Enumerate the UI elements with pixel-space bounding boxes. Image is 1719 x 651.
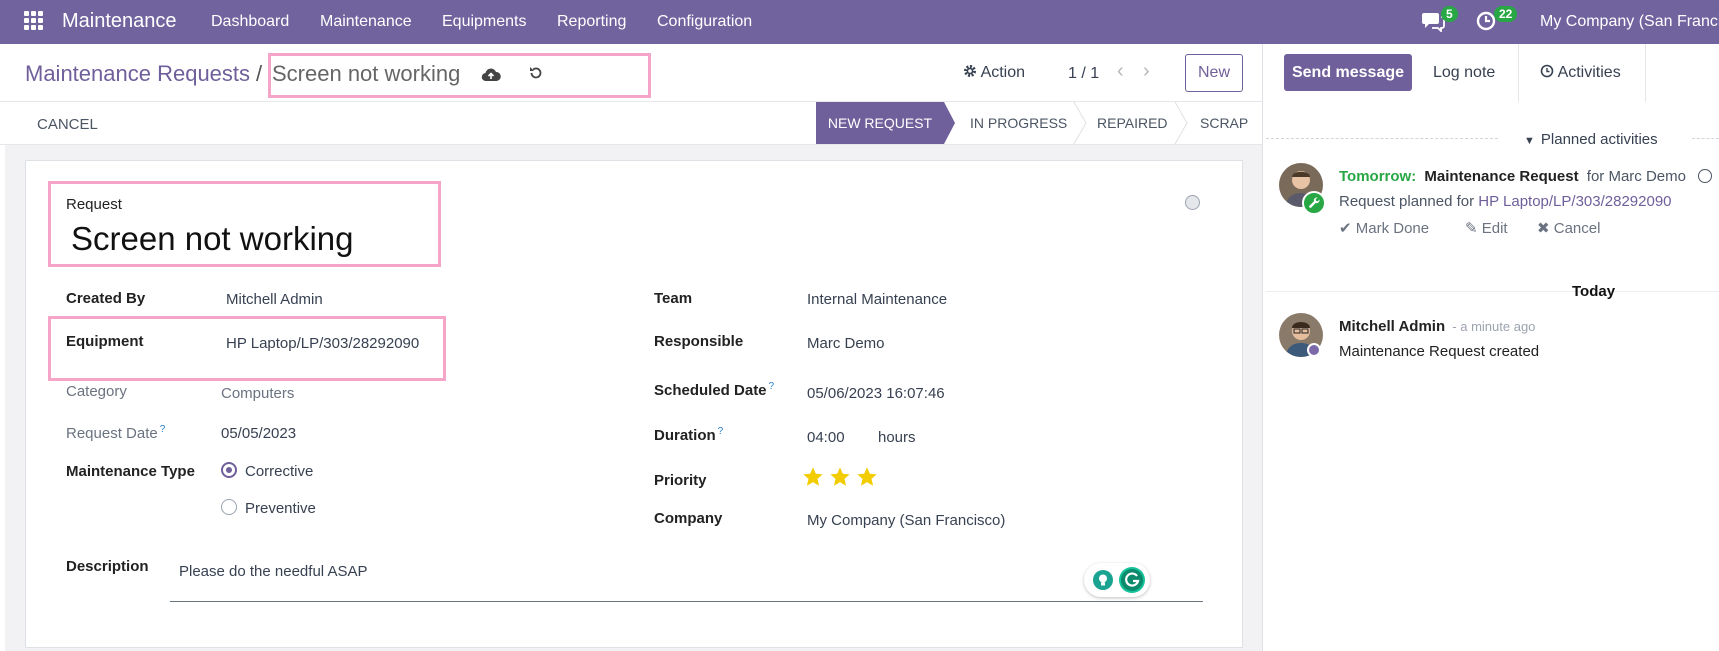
responsible-label: Responsible xyxy=(654,333,744,350)
duration-field[interactable]: 04:00 xyxy=(807,429,845,446)
check-icon: ✔ xyxy=(1339,220,1352,237)
clock-icon[interactable] xyxy=(1476,11,1496,31)
preventive-option-label[interactable]: Preventive xyxy=(245,500,316,517)
apps-grid-icon[interactable] xyxy=(24,11,44,31)
top-navbar: Maintenance Dashboard Maintenance Equipm… xyxy=(0,0,1719,44)
wrench-icon xyxy=(1302,191,1326,215)
activities-button[interactable]: Activities xyxy=(1540,64,1621,82)
company-switcher[interactable]: My Company (San Francisco) xyxy=(1540,13,1719,31)
description-label: Description xyxy=(66,558,149,575)
new-button[interactable]: New xyxy=(1185,54,1243,92)
info-icon[interactable] xyxy=(1698,169,1713,183)
duration-unit: hours xyxy=(878,429,916,446)
description-underline xyxy=(170,601,1203,602)
activity-header: Tomorrow: Maintenance Request for Marc D… xyxy=(1339,168,1713,185)
scheduled-date-label: Scheduled Date? xyxy=(654,381,775,399)
separator-line xyxy=(1692,138,1719,139)
stage-scrap[interactable]: SCRAP xyxy=(1200,102,1248,144)
activities-label: Activities xyxy=(1557,64,1621,81)
highlight-request-title xyxy=(48,181,441,267)
highlight-breadcrumb xyxy=(268,53,651,98)
priority-star-icon[interactable] xyxy=(829,466,851,488)
planned-activities-toggle[interactable]: ▼ Planned activities xyxy=(1524,131,1658,148)
scheduled-date-field[interactable]: 05/06/2023 16:07:46 xyxy=(807,385,945,402)
created-by-label: Created By xyxy=(66,290,146,307)
action-label: Action xyxy=(980,64,1026,81)
date-separator-line xyxy=(1266,291,1719,292)
message-body: Maintenance Request created xyxy=(1339,343,1540,360)
responsible-field[interactable]: Marc Demo xyxy=(807,335,885,352)
message-time: - a minute ago xyxy=(1452,319,1536,334)
duration-label: Duration? xyxy=(654,426,724,444)
request-date-label: Request Date? xyxy=(66,424,166,442)
radio-corrective[interactable] xyxy=(221,462,237,478)
category-label: Category xyxy=(66,383,127,400)
pager-next-icon[interactable]: › xyxy=(1143,60,1150,83)
stage-new-request[interactable]: NEW REQUEST xyxy=(816,102,955,144)
breadcrumb-parent[interactable]: Maintenance Requests xyxy=(25,61,250,87)
gear-icon xyxy=(964,65,976,77)
cancel-button[interactable]: CANCEL xyxy=(37,116,98,133)
breadcrumb-separator: / xyxy=(256,61,263,86)
bulb-icon[interactable] xyxy=(1093,570,1113,590)
tab-divider xyxy=(1518,44,1519,102)
activity-mark-done[interactable]: ✔ Mark Done xyxy=(1339,219,1429,237)
stage-repaired[interactable]: REPAIRED xyxy=(1097,102,1168,144)
log-note-button[interactable]: Log note xyxy=(1433,64,1495,82)
activity-equipment-link[interactable]: HP Laptop/LP/303/28292090 xyxy=(1478,193,1671,210)
activity-due: Tomorrow: xyxy=(1339,168,1417,185)
menu-maintenance[interactable]: Maintenance xyxy=(320,13,412,31)
request-date-field[interactable]: 05/05/2023 xyxy=(221,425,296,442)
stage-in-progress[interactable]: IN PROGRESS xyxy=(970,102,1067,144)
team-label: Team xyxy=(654,290,693,307)
maintenance-type-label: Maintenance Type xyxy=(66,463,195,480)
category-field[interactable]: Computers xyxy=(221,385,294,402)
caret-down-icon: ▼ xyxy=(1524,135,1535,147)
pager-value[interactable]: 1 / 1 xyxy=(1068,65,1099,83)
message-author[interactable]: Mitchell Admin xyxy=(1339,318,1445,335)
planned-activities-label: Planned activities xyxy=(1540,131,1658,148)
menu-dashboard[interactable]: Dashboard xyxy=(211,13,289,31)
pencil-icon: ✎ xyxy=(1465,220,1478,237)
description-field[interactable]: Please do the needful ASAP xyxy=(179,563,367,580)
activity-summary: Request planned for HP Laptop/LP/303/282… xyxy=(1339,193,1672,210)
priority-star-icon[interactable] xyxy=(856,466,878,488)
created-by-field[interactable]: Mitchell Admin xyxy=(226,291,323,308)
stage-chevron-icon xyxy=(1174,102,1188,144)
company-label: Company xyxy=(654,510,723,527)
radio-preventive[interactable] xyxy=(221,499,237,515)
separator-line xyxy=(1266,138,1498,139)
menu-configuration[interactable]: Configuration xyxy=(657,13,752,31)
message-header: Mitchell Admin - a minute ago xyxy=(1339,318,1535,335)
activities-badge: 22 xyxy=(1494,6,1518,22)
priority-label: Priority xyxy=(654,472,707,489)
activity-assignee: for Marc Demo xyxy=(1586,168,1686,185)
activity-clock-icon xyxy=(1540,64,1554,78)
grammarly-widget[interactable] xyxy=(1084,563,1150,597)
pager-prev-icon[interactable]: ‹ xyxy=(1117,60,1124,83)
send-message-button[interactable]: Send message xyxy=(1284,54,1412,91)
corrective-option-label[interactable]: Corrective xyxy=(245,463,313,480)
today-separator: Today xyxy=(1572,283,1616,300)
menu-equipments[interactable]: Equipments xyxy=(442,13,527,31)
highlight-equipment xyxy=(48,316,446,381)
activity-cancel[interactable]: ✖ Cancel xyxy=(1537,219,1600,237)
action-menu-button[interactable]: Action xyxy=(963,64,1025,82)
app-name[interactable]: Maintenance xyxy=(62,10,177,33)
activity-title: Maintenance Request xyxy=(1424,168,1579,185)
status-row: CANCEL NEW REQUEST IN PROGRESS REPAIRED … xyxy=(0,102,1262,145)
stage-chevron-icon xyxy=(1073,102,1087,144)
tab-divider xyxy=(1645,44,1646,102)
grammarly-icon[interactable] xyxy=(1119,567,1145,593)
activity-edit[interactable]: ✎ Edit xyxy=(1465,219,1508,237)
kanban-state-indicator[interactable] xyxy=(1185,195,1200,210)
close-icon: ✖ xyxy=(1537,220,1550,237)
team-field[interactable]: Internal Maintenance xyxy=(807,291,947,308)
company-field[interactable]: My Company (San Francisco) xyxy=(807,512,1005,529)
messages-badge: 5 xyxy=(1441,6,1458,22)
priority-star-icon[interactable] xyxy=(802,466,824,488)
menu-reporting[interactable]: Reporting xyxy=(557,13,626,31)
activity-summary-text: Request planned for xyxy=(1339,193,1475,210)
online-status-dot xyxy=(1307,343,1321,357)
